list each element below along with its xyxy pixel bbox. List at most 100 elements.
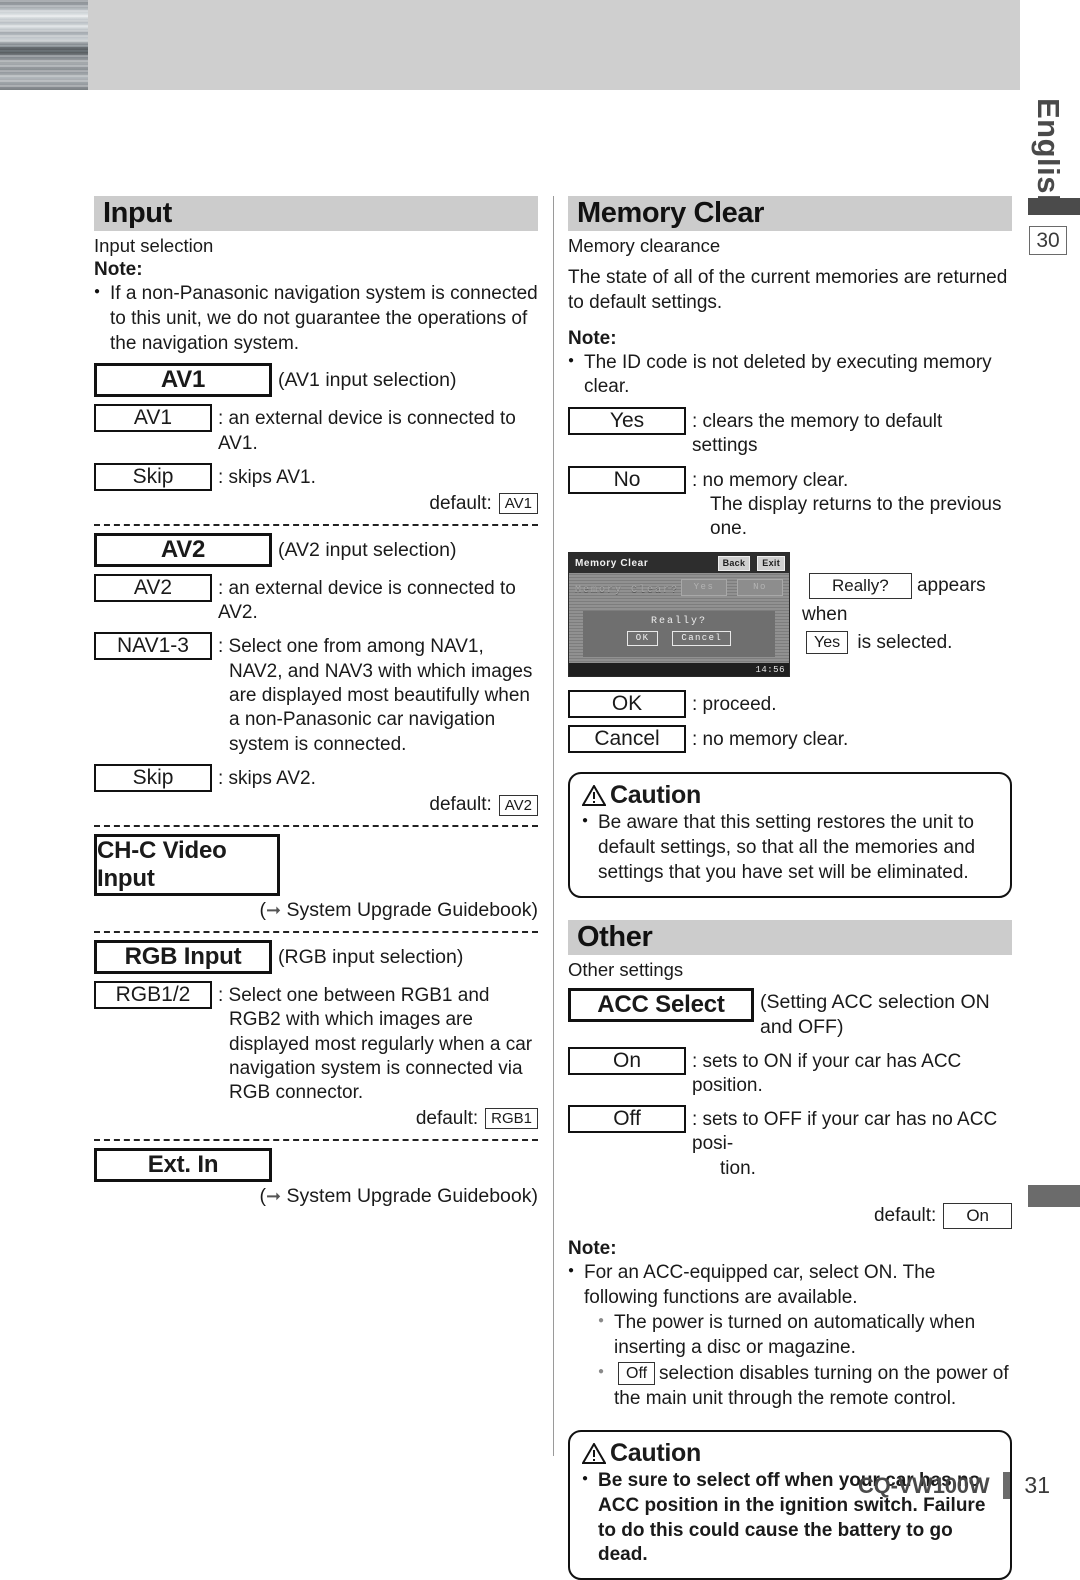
list-item: The power is turned on automatically whe… xyxy=(582,1311,1012,1360)
screenshot-statusbar: 14:56 xyxy=(569,663,789,677)
screenshot-title: Memory Clear xyxy=(575,557,649,569)
default-label: default: xyxy=(873,1205,937,1227)
option-desc: : skips AV1. xyxy=(218,466,316,488)
arrow-right-icon: ➞ xyxy=(266,1185,282,1206)
section-header-memory-clear: Memory Clear xyxy=(568,196,1012,231)
setting-button-acc-select[interactable]: ACC Select xyxy=(568,987,754,1022)
chapter-tab-marker xyxy=(1028,198,1080,215)
section-subtitle-input: Input selection xyxy=(94,235,214,256)
list-item: Be aware that this setting restores the … xyxy=(582,811,998,885)
option-desc: : no memory clear. xyxy=(692,729,849,751)
group-header-av1: AV1 (AV1 input selection) xyxy=(94,363,538,398)
list-item: If a non-Panasonic navigation system is … xyxy=(94,282,538,356)
screenshot-back-button[interactable]: Back xyxy=(717,556,751,572)
section-title-memory-clear: Memory Clear xyxy=(577,197,764,229)
default-label: default: xyxy=(415,1107,479,1129)
caution-heading-text: Caution xyxy=(610,1439,701,1468)
option-button-on[interactable]: On xyxy=(568,1046,686,1075)
option-button-rgb12[interactable]: RGB1/2 xyxy=(94,981,212,1009)
group-header-chc: CH-C Video Input xyxy=(94,834,538,896)
screenshot-cancel-button[interactable]: Cancel xyxy=(672,631,732,647)
option-button-av1[interactable]: AV1 xyxy=(94,404,212,433)
arrow-right-icon: ➞ xyxy=(266,900,282,920)
divider-dashed xyxy=(94,1138,538,1141)
group-paren-av2: (AV2 input selection) xyxy=(278,538,457,561)
screenshot-titlebar-buttons: Back Exit xyxy=(717,556,785,572)
screenshot-ok-button[interactable]: OK xyxy=(626,631,659,647)
option-button-skip-av2[interactable]: Skip xyxy=(94,764,212,792)
section-subtitle-other: Other settings xyxy=(568,958,684,980)
option-row: AV1 : an external device is connected to… xyxy=(94,404,538,456)
option-desc: : no memory clear. xyxy=(692,469,849,491)
option-row: Skip : skips AV2. xyxy=(94,764,538,792)
caption-text-2: is selected. xyxy=(857,632,953,654)
default-line-rgb: default: RGB1 xyxy=(94,1108,538,1130)
default-value-chip: AV2 xyxy=(498,794,538,816)
left-column: Input Input selection Note: If a non-Pan… xyxy=(94,196,538,1208)
option-button-av2[interactable]: AV2 xyxy=(94,573,212,602)
screenshot-clock: 14:56 xyxy=(755,664,785,675)
list-item: The ID code is not deleted by executing … xyxy=(568,351,1012,400)
note-label-input: Note: xyxy=(94,259,143,281)
screenshot-exit-button[interactable]: Exit xyxy=(757,556,785,572)
option-row: On : sets to ON if your car has ACC posi… xyxy=(568,1046,1012,1099)
screenshot-yes-button[interactable]: Yes xyxy=(681,579,727,597)
setting-button-av2[interactable]: AV2 xyxy=(94,532,272,567)
screenshot-prompt: Memory Clear? xyxy=(575,584,680,596)
device-screenshot-memory-clear: Memory Clear Back Exit Memory Clear? Yes… xyxy=(568,552,790,678)
option-button-nav13[interactable]: NAV1-3 xyxy=(94,632,212,661)
warning-triangle-icon xyxy=(582,785,606,807)
divider-dashed xyxy=(94,931,538,933)
option-desc: : clears the memory to default settings xyxy=(692,410,943,457)
banner-photo-strip xyxy=(0,0,88,90)
option-row: AV2 : an external device is connected to… xyxy=(94,573,538,626)
reference-extin: (➞ System Upgrade Guidebook) xyxy=(259,1184,538,1207)
default-value-chip: On xyxy=(943,1203,1012,1230)
option-button-skip-av1[interactable]: Skip xyxy=(94,462,212,491)
page-number: 31 xyxy=(1024,1472,1050,1498)
option-button-yes[interactable]: Yes xyxy=(568,406,686,435)
screenshot-titlebar: Memory Clear Back Exit xyxy=(569,553,789,574)
reference-label: System Upgrade Guidebook xyxy=(286,899,532,921)
default-label: default: xyxy=(429,794,492,815)
group-paren-acc-select: (Setting ACC selection ON and OFF) xyxy=(760,990,990,1038)
screenshot-no-button[interactable]: No xyxy=(737,579,783,597)
setting-button-ext-in[interactable]: Ext. In xyxy=(94,1147,272,1182)
option-desc: : skips AV2. xyxy=(218,768,316,789)
section-subtitle-memory-clear: Memory clearance xyxy=(568,235,721,256)
option-button-cancel[interactable]: Cancel xyxy=(568,725,686,754)
divider-dashed xyxy=(94,523,538,526)
setting-button-rgb-input[interactable]: RGB Input xyxy=(94,940,272,974)
group-paren-rgb: (RGB input selection) xyxy=(278,946,464,968)
setting-button-av1[interactable]: AV1 xyxy=(94,363,272,398)
option-desc: : Select one from among NAV1, NAV2, and … xyxy=(218,636,533,755)
default-value-chip: RGB1 xyxy=(485,1108,538,1130)
caption-chip-yes: Yes xyxy=(806,631,849,655)
reference-label: System Upgrade Guidebook xyxy=(286,1184,532,1207)
group-header-av2: AV2 (AV2 input selection) xyxy=(94,532,538,567)
screenshot-prompt-row: Memory Clear? Yes No xyxy=(575,579,783,601)
setting-button-chc-video-input[interactable]: CH-C Video Input xyxy=(94,834,280,896)
side-tab-marker xyxy=(1028,1185,1080,1207)
group-header-extin: Ext. In xyxy=(94,1147,538,1182)
option-desc-2: tion. xyxy=(720,1157,756,1179)
note-chip-off: Off xyxy=(618,1361,656,1385)
option-desc: : sets to OFF if your car has no ACC pos… xyxy=(692,1109,998,1155)
note-list-memory-clear: The ID code is not deleted by executing … xyxy=(568,351,1012,400)
screenshot-caption-line2: Yes is selected. xyxy=(802,629,1012,658)
note-label-memory-clear: Note: xyxy=(568,327,617,349)
option-button-off[interactable]: Off xyxy=(568,1105,686,1134)
caution-heading-text: Caution xyxy=(610,781,701,810)
option-desc: : sets to ON if your car has ACC positio… xyxy=(692,1050,962,1096)
option-desc: : proceed. xyxy=(692,694,777,716)
default-value-chip: AV1 xyxy=(498,493,538,515)
warning-triangle-icon xyxy=(582,1443,606,1465)
section-header-input: Input xyxy=(94,196,538,231)
screenshot-row: Memory Clear Back Exit Memory Clear? Yes… xyxy=(568,552,1012,678)
option-button-ok[interactable]: OK xyxy=(568,690,686,719)
option-button-no[interactable]: No xyxy=(568,465,686,494)
list-item-off: Offselection disables turning on the pow… xyxy=(582,1361,1012,1411)
group-header-acc-select: ACC Select (Setting ACC selection ON and… xyxy=(568,987,1012,1040)
column-divider xyxy=(553,196,554,1456)
screenshot-caption: Really? appears when Yes is selected. xyxy=(802,572,1012,658)
